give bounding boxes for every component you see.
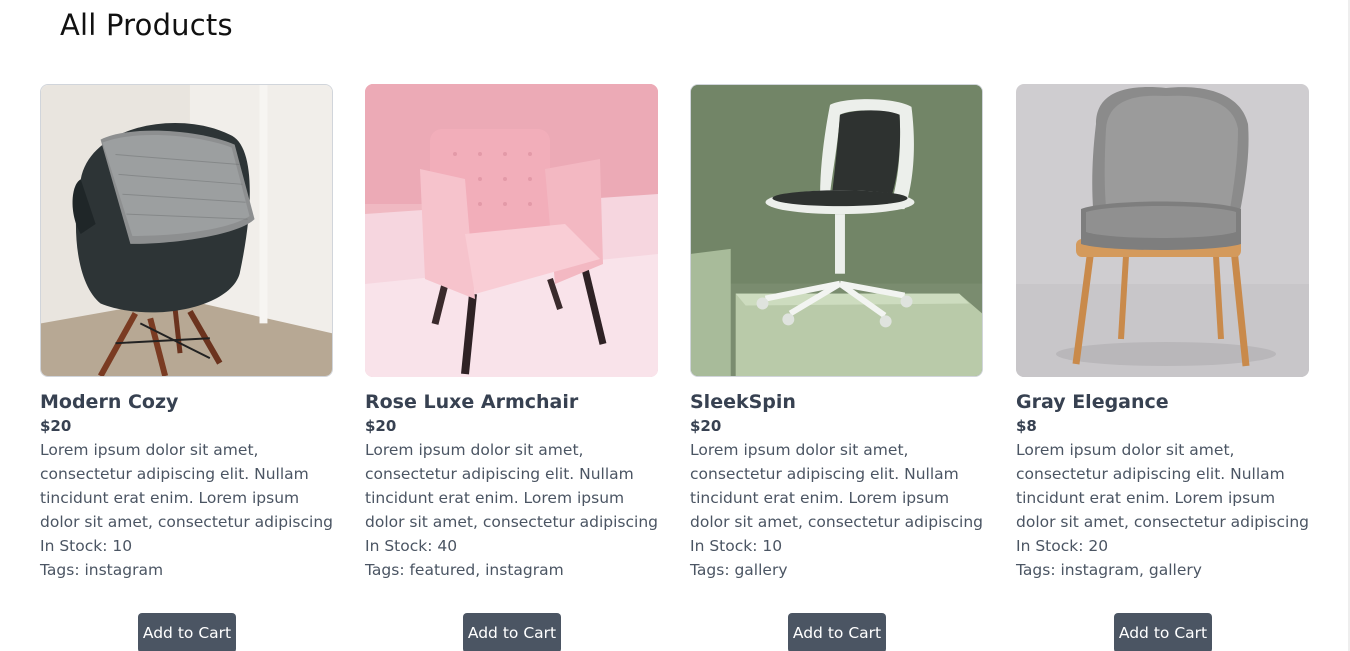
product-card: Gray Elegance $8 Lorem ipsum dolor sit a…: [1016, 84, 1309, 651]
product-stock: In Stock: 40: [365, 537, 458, 555]
product-stock: In Stock: 20: [1016, 537, 1109, 555]
add-to-cart-button[interactable]: Add to Cart: [138, 613, 236, 651]
product-image[interactable]: [690, 84, 983, 377]
gray-elegance-chair-image: [1016, 84, 1309, 377]
page-title: All Products: [60, 8, 233, 42]
product-image[interactable]: [1016, 84, 1309, 377]
product-price: $20: [690, 417, 722, 435]
product-name[interactable]: SleekSpin: [690, 390, 983, 414]
product-price: $20: [365, 417, 397, 435]
product-image[interactable]: [365, 84, 658, 377]
product-tags: Tags: instagram: [40, 561, 164, 579]
product-tags: Tags: gallery: [690, 561, 788, 579]
product-description: Lorem ipsum dolor sit amet, consectetur …: [40, 441, 333, 531]
black-shell-chair-image: [41, 85, 332, 376]
product-name[interactable]: Rose Luxe Armchair: [365, 390, 658, 414]
pink-armchair-image: [365, 84, 658, 377]
product-card: SleekSpin $20 Lorem ipsum dolor sit amet…: [690, 84, 983, 651]
product-price: $8: [1016, 417, 1037, 435]
product-card: Modern Cozy $20 Lorem ipsum dolor sit am…: [40, 84, 333, 651]
add-to-cart-button[interactable]: Add to Cart: [1114, 613, 1212, 651]
add-to-cart-button[interactable]: Add to Cart: [788, 613, 886, 651]
product-stock: In Stock: 10: [40, 537, 133, 555]
product-tags: Tags: instagram, gallery: [1016, 561, 1202, 579]
white-swivel-chair-image: [691, 85, 982, 376]
product-tags: Tags: featured, instagram: [365, 561, 564, 579]
product-description: Lorem ipsum dolor sit amet, consectetur …: [1016, 441, 1309, 531]
product-description: Lorem ipsum dolor sit amet, consectetur …: [690, 441, 983, 531]
product-name[interactable]: Modern Cozy: [40, 390, 333, 414]
product-stock: In Stock: 10: [690, 537, 783, 555]
product-description: Lorem ipsum dolor sit amet, consectetur …: [365, 441, 658, 531]
product-card: Rose Luxe Armchair $20 Lorem ipsum dolor…: [365, 84, 658, 651]
product-name[interactable]: Gray Elegance: [1016, 390, 1309, 414]
product-price: $20: [40, 417, 72, 435]
product-image[interactable]: [40, 84, 333, 377]
add-to-cart-button[interactable]: Add to Cart: [463, 613, 561, 651]
